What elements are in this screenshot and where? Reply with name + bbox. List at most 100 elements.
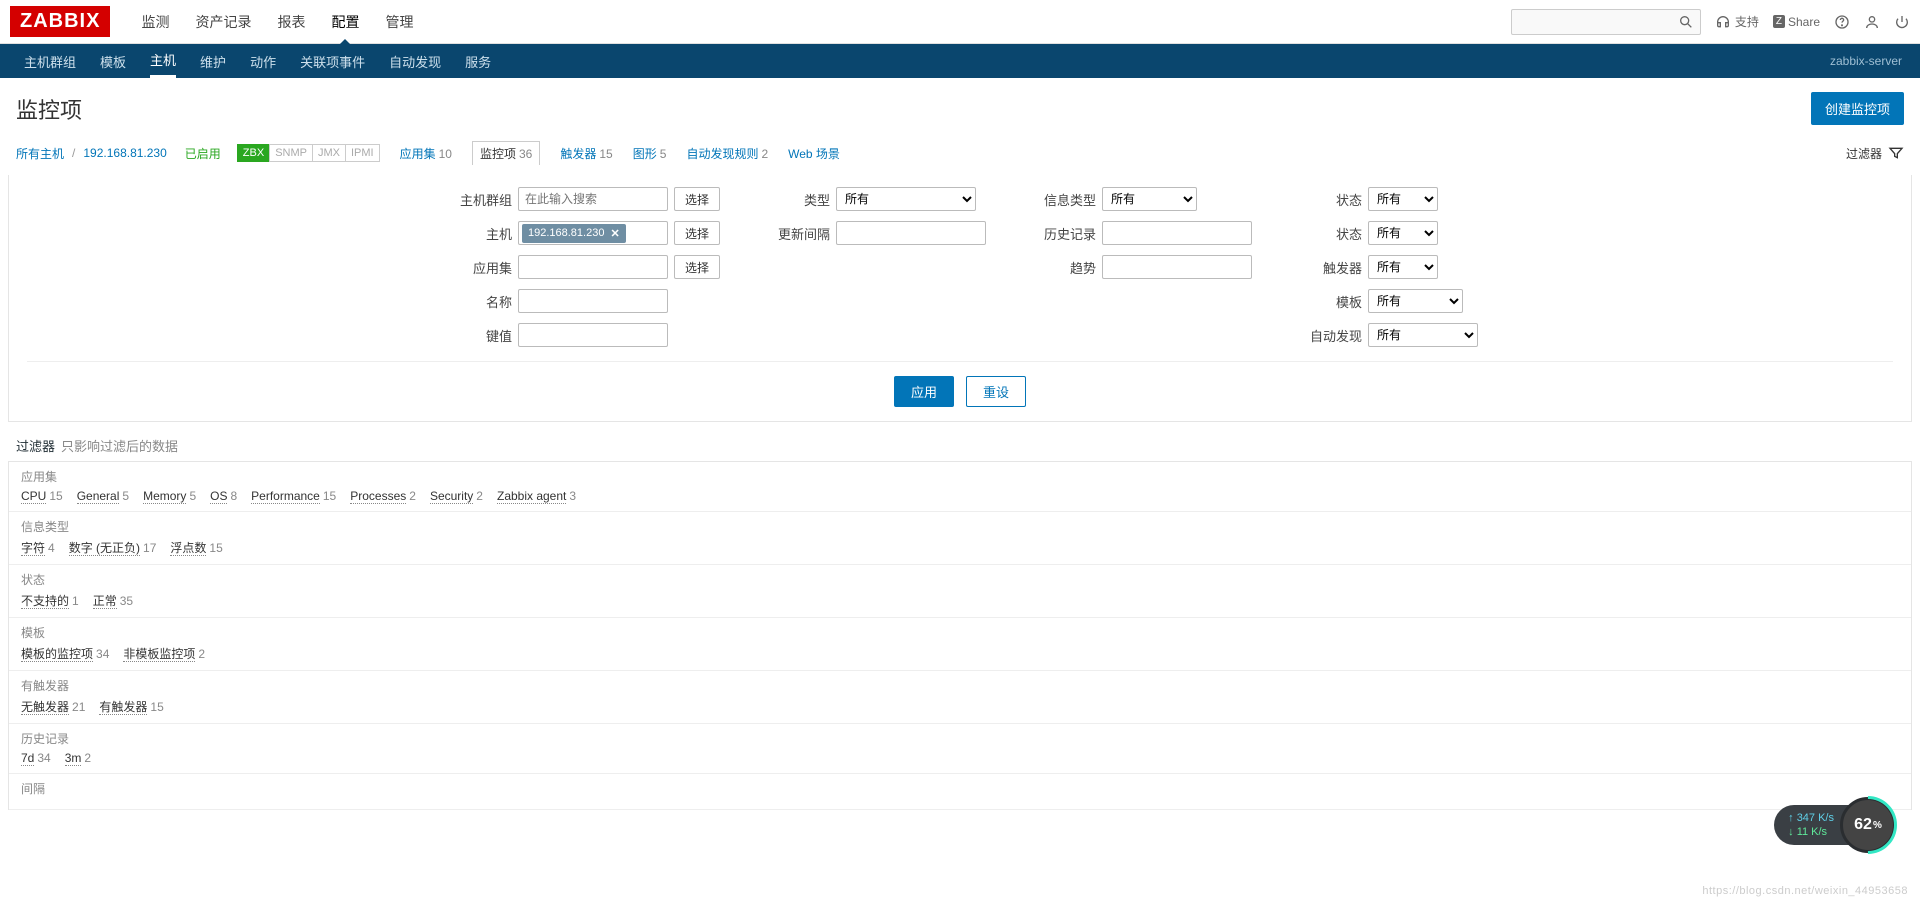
subnav-item-0[interactable]: 主机群组 — [24, 52, 76, 71]
subfilter-item[interactable]: 正常35 — [93, 594, 133, 608]
subfilter-link[interactable]: 正常 — [93, 594, 117, 609]
power-icon[interactable] — [1894, 14, 1910, 30]
input-appset[interactable] — [518, 255, 668, 279]
subfilter-link[interactable]: 7d — [21, 751, 34, 766]
subnav-item-7[interactable]: 服务 — [465, 52, 491, 71]
select-trigger[interactable]: 所有 — [1368, 255, 1438, 279]
topnav-item-0[interactable]: 监测 — [141, 12, 169, 32]
subfilter-link[interactable]: CPU — [21, 489, 46, 504]
subnav-item-4[interactable]: 动作 — [250, 52, 276, 71]
btn-select-host[interactable]: 选择 — [674, 221, 720, 245]
subfilter-section: 信息类型字符4数字 (无正负)17浮点数15 — [9, 512, 1911, 565]
label-type: 类型 — [760, 190, 830, 209]
sub-nav: 主机群组 模板 主机 维护 动作 关联项事件 自动发现 服务 zabbix-se… — [0, 44, 1920, 78]
support-link[interactable]: 支持 — [1715, 13, 1759, 30]
input-name[interactable] — [518, 289, 668, 313]
subfilter-item[interactable]: Security2 — [430, 489, 483, 503]
link-all-hosts[interactable]: 所有主机 — [16, 145, 64, 162]
subfilter-item[interactable]: 浮点数15 — [170, 541, 222, 555]
select-state[interactable]: 所有 — [1368, 187, 1438, 211]
subnav-item-1[interactable]: 模板 — [100, 52, 126, 71]
subfilter-link[interactable]: Processes — [350, 489, 406, 504]
btn-select-hostgroup[interactable]: 选择 — [674, 187, 720, 211]
subfilter-link[interactable]: 数字 (无正负) — [69, 541, 140, 556]
tab-discovery[interactable]: 自动发现规则2 — [686, 145, 768, 162]
tab-triggers[interactable]: 触发器15 — [560, 145, 612, 162]
subfilter-item[interactable]: Performance15 — [251, 489, 336, 503]
tab-web[interactable]: Web 场景 — [788, 145, 840, 162]
subfilter-item[interactable]: 数字 (无正负)17 — [69, 541, 157, 555]
subfilter-item[interactable]: 3m2 — [65, 751, 91, 765]
subnav-item-3[interactable]: 维护 — [200, 52, 226, 71]
input-hostgroup[interactable] — [518, 187, 668, 211]
select-type[interactable]: 所有 — [836, 187, 976, 211]
select-discovery[interactable]: 所有 — [1368, 323, 1478, 347]
headset-icon — [1715, 14, 1731, 30]
subfilter-item[interactable]: 不支持的1 — [21, 594, 79, 608]
tab-graphs[interactable]: 图形5 — [633, 145, 667, 162]
logo[interactable]: ZABBIX — [10, 6, 110, 37]
subfilter-link[interactable]: Memory — [143, 489, 186, 504]
input-interval[interactable] — [836, 221, 986, 245]
support-label: 支持 — [1735, 13, 1759, 30]
net-down: ↓ 11 K/s — [1788, 825, 1834, 839]
global-search[interactable] — [1511, 9, 1701, 35]
help-icon[interactable] — [1834, 14, 1850, 30]
tab-appset[interactable]: 应用集10 — [400, 145, 452, 162]
topnav-item-2[interactable]: 报表 — [277, 12, 305, 32]
subfilter-link[interactable]: OS — [210, 489, 227, 504]
tab-items[interactable]: 监控项36 — [472, 141, 540, 165]
subfilter-link[interactable]: 有触发器 — [99, 700, 147, 715]
subfilter-item[interactable]: General5 — [77, 489, 129, 503]
subfilter-link[interactable]: 浮点数 — [170, 541, 206, 556]
select-infotype[interactable]: 所有 — [1102, 187, 1197, 211]
subfilter-item[interactable]: CPU15 — [21, 489, 63, 503]
subfilter-item[interactable]: 有触发器15 — [99, 700, 163, 714]
select-template[interactable]: 所有 — [1368, 289, 1463, 313]
subfilter-item[interactable]: 7d34 — [21, 751, 51, 765]
input-key[interactable] — [518, 323, 668, 347]
link-host-ip[interactable]: 192.168.81.230 — [83, 146, 166, 160]
filter-toggle[interactable]: 过滤器 — [1846, 145, 1904, 162]
subfilter-section: 模板模板的监控项34非模板监控项2 — [9, 618, 1911, 671]
input-history[interactable] — [1102, 221, 1252, 245]
subfilter-link[interactable]: 字符 — [21, 541, 45, 556]
subfilter-item[interactable]: Memory5 — [143, 489, 196, 503]
topnav-item-1[interactable]: 资产记录 — [195, 12, 251, 32]
btn-select-appset[interactable]: 选择 — [674, 255, 720, 279]
host-tag[interactable]: 192.168.81.230✕ — [522, 224, 626, 243]
subfilter-link[interactable]: 不支持的 — [21, 594, 69, 609]
subfilter-item[interactable]: Zabbix agent3 — [497, 489, 576, 503]
close-icon[interactable]: ✕ — [610, 227, 619, 240]
subfilter-link[interactable]: 非模板监控项 — [123, 647, 195, 662]
subfilter-count: 34 — [37, 751, 50, 765]
input-trend[interactable] — [1102, 255, 1252, 279]
subfilter-item[interactable]: 无触发器21 — [21, 700, 85, 714]
subnav-item-6[interactable]: 自动发现 — [389, 52, 441, 71]
subfilter-item[interactable]: 字符4 — [21, 541, 55, 555]
topnav-item-4[interactable]: 管理 — [385, 12, 413, 32]
share-link[interactable]: Z Share — [1773, 15, 1820, 29]
subfilter-item[interactable]: OS8 — [210, 489, 237, 503]
subnav-item-2[interactable]: 主机 — [150, 50, 176, 78]
subfilter-link[interactable]: Zabbix agent — [497, 489, 566, 504]
input-host-wrap[interactable]: 192.168.81.230✕ — [518, 221, 668, 245]
subfilter-link[interactable]: 模板的监控项 — [21, 647, 93, 662]
search-input[interactable] — [1518, 15, 1678, 29]
subfilter-link[interactable]: 无触发器 — [21, 700, 69, 715]
subfilter-link[interactable]: Performance — [251, 489, 320, 504]
subfilter-item[interactable]: 非模板监控项2 — [123, 647, 205, 661]
subfilter-link[interactable]: 3m — [65, 751, 82, 766]
user-icon[interactable] — [1864, 14, 1880, 30]
subnav-item-5[interactable]: 关联项事件 — [300, 52, 365, 71]
create-item-button[interactable]: 创建监控项 — [1811, 92, 1904, 125]
subfilter-link[interactable]: General — [77, 489, 120, 504]
apply-button[interactable]: 应用 — [894, 376, 954, 407]
subfilter-box: 应用集CPU15General5Memory5OS8Performance15P… — [8, 461, 1912, 810]
subfilter-link[interactable]: Security — [430, 489, 473, 504]
subfilter-item[interactable]: Processes2 — [350, 489, 416, 503]
subfilter-item[interactable]: 模板的监控项34 — [21, 647, 109, 661]
topnav-item-3[interactable]: 配置 — [331, 12, 359, 32]
select-status[interactable]: 所有 — [1368, 221, 1438, 245]
reset-button[interactable]: 重设 — [966, 376, 1026, 407]
